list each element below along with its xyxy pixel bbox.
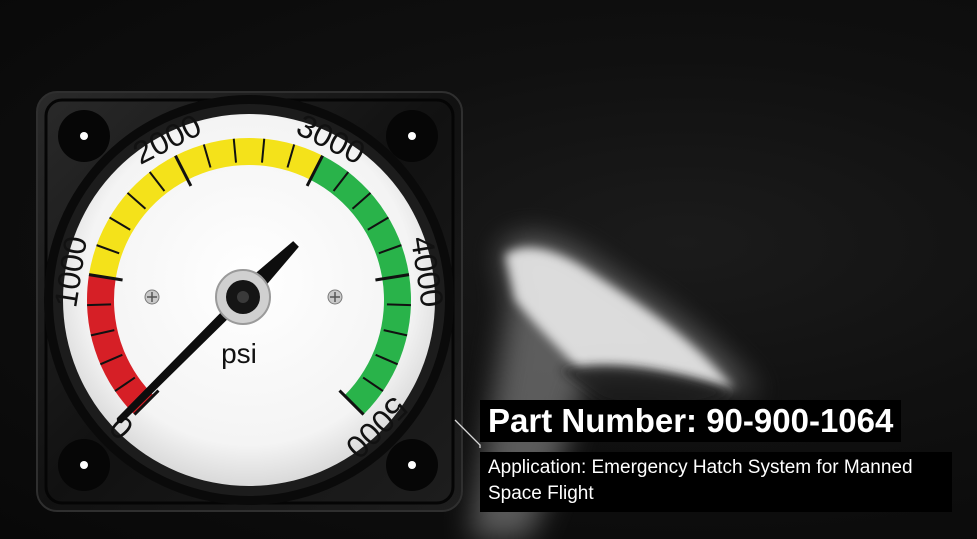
mounting-hole-top-right [386, 110, 438, 162]
mounting-hole-top-left [58, 110, 110, 162]
gauge-unit-label: psi [221, 338, 257, 369]
application-label: Application: Emergency Hatch System for … [480, 452, 952, 512]
dial-screw-right [327, 289, 343, 305]
needle-hub [215, 269, 271, 325]
dial-screw-left [144, 289, 160, 305]
product-photo: 0 1000 2000 3000 4000 5000 psi Part Number: [0, 0, 977, 539]
part-number-label: Part Number: 90-900-1064 [480, 400, 902, 442]
gauge-minor-tick [386, 303, 411, 307]
mounting-hole-bottom-right [386, 439, 438, 491]
mounting-hole-bottom-left [58, 439, 110, 491]
gauge-minor-tick [87, 303, 112, 307]
